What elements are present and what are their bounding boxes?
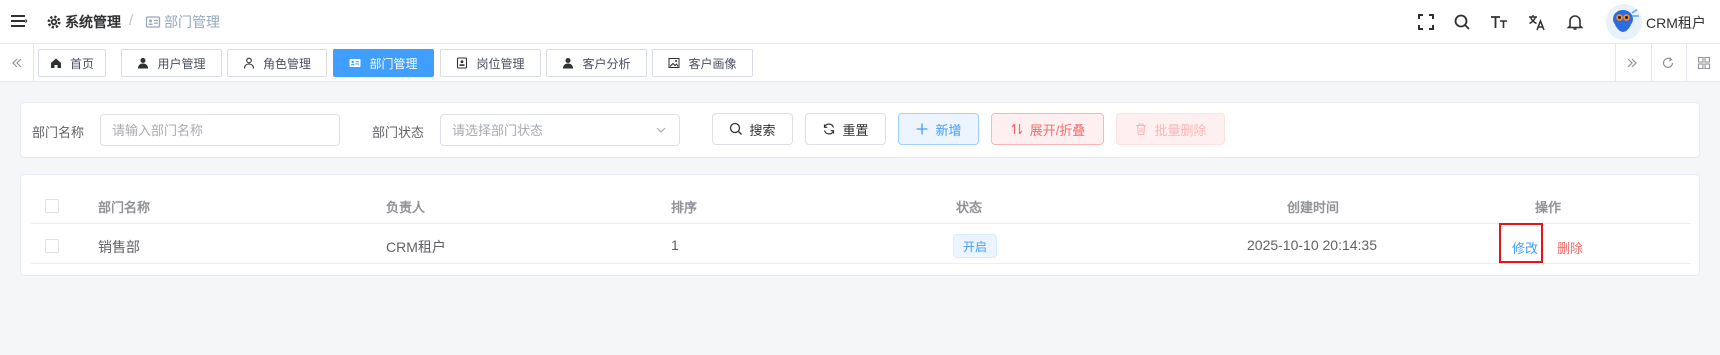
translate-icon[interactable] — [1527, 12, 1547, 32]
column-header: 状态 — [956, 200, 983, 215]
chevron-down-icon — [656, 127, 666, 133]
header-divider — [31, 223, 1691, 224]
tab-customer-portrait[interactable]: 客户画像 — [652, 49, 753, 77]
tab-customer-analysis[interactable]: 客户分析 — [546, 49, 647, 77]
refresh-icon[interactable] — [1651, 44, 1683, 81]
dept-status-select[interactable] — [440, 114, 680, 146]
tab-department-management[interactable]: 部门管理 — [333, 49, 434, 77]
tab-label: 用户管理 — [157, 56, 206, 71]
user-name[interactable]: CRM租户 — [1646, 13, 1706, 33]
column-header: 排序 — [671, 200, 698, 215]
tab-role-management[interactable]: 角色管理 — [227, 49, 327, 77]
reset-button-label: 重置 — [842, 122, 869, 138]
menu-icon[interactable] — [10, 12, 28, 30]
tab-label: 部门管理 — [369, 56, 418, 71]
breadcrumb-current-label: 部门管理 — [164, 14, 220, 30]
add-button[interactable]: 新增 — [898, 113, 979, 145]
tab-home[interactable]: 首页 — [38, 49, 106, 77]
user-outline-icon — [243, 57, 255, 69]
column-header: 操作 — [1535, 200, 1562, 215]
dept-status-label: 部门状态 — [372, 125, 425, 140]
row-checkbox[interactable] — [45, 239, 59, 253]
search-icon — [730, 122, 743, 135]
scroll-right-icon[interactable] — [1615, 44, 1647, 81]
breadcrumb-root-label: 系统管理 — [65, 14, 121, 30]
scroll-left-icon[interactable] — [0, 44, 34, 81]
dept-table: 部门名称 负责人 排序 状态 创建时间 操作 销售部 CRM租户 1 开启 20… — [20, 174, 1700, 276]
tags-view-bar: 首页 用户管理 角色管理 部门管理 岗位管理 客户分析 客户画像 — [0, 44, 1720, 82]
created-time-cell: 2025-10-10 20:14:35 — [1247, 237, 1377, 253]
refresh-icon — [824, 123, 835, 135]
column-header: 负责人 — [386, 200, 426, 215]
dept-name-cell: 销售部 — [98, 239, 140, 255]
search-button[interactable]: 搜索 — [712, 113, 793, 145]
tab-label: 岗位管理 — [476, 56, 525, 71]
trash-icon — [1136, 123, 1147, 136]
tab-label: 客户分析 — [582, 56, 631, 71]
fullscreen-icon[interactable] — [1416, 12, 1436, 32]
font-size-icon[interactable] — [1489, 12, 1509, 32]
gear-icon — [47, 15, 61, 29]
tab-label: 首页 — [69, 56, 94, 71]
user-icon — [138, 58, 149, 69]
breadcrumb-separator: / — [129, 12, 134, 29]
sort-icon — [1011, 123, 1023, 135]
avatar[interactable] — [1606, 4, 1642, 40]
batch-delete-button[interactable]: 批量删除 — [1116, 113, 1225, 145]
tab-label: 角色管理 — [262, 56, 311, 71]
top-header: 系统管理 / 部门管理 CRM租户 — [0, 0, 1720, 44]
dept-name-label: 部门名称 — [32, 125, 85, 140]
plus-icon — [916, 123, 928, 135]
add-button-label: 新增 — [935, 122, 962, 138]
leader-cell: CRM租户 — [386, 239, 446, 255]
tab-grid-icon[interactable] — [1686, 44, 1720, 81]
row-divider — [31, 263, 1691, 264]
highlight-box — [1499, 223, 1543, 263]
expand-collapse-button[interactable]: 展开/折叠 — [991, 113, 1104, 145]
dept-name-field[interactable] — [100, 114, 340, 146]
tab-label: 客户画像 — [688, 56, 737, 71]
picture-icon — [668, 58, 680, 68]
sort-cell: 1 — [671, 237, 679, 253]
breadcrumb-root[interactable]: 系统管理 — [46, 12, 121, 32]
search-icon[interactable] — [1452, 12, 1472, 32]
user-icon — [563, 58, 574, 69]
column-header: 创建时间 — [1287, 200, 1340, 215]
select-all-checkbox[interactable] — [45, 199, 59, 213]
id-card-icon — [145, 16, 161, 28]
bell-icon[interactable] — [1565, 12, 1585, 32]
column-header: 部门名称 — [98, 200, 151, 215]
status-badge: 开启 — [953, 234, 998, 258]
batch-delete-label: 批量删除 — [1154, 122, 1207, 138]
tab-user-management[interactable]: 用户管理 — [121, 49, 222, 77]
breadcrumb-current: 部门管理 — [145, 12, 220, 32]
dept-name-input[interactable] — [101, 115, 339, 145]
id-card-icon — [349, 59, 361, 67]
dept-status-input[interactable] — [441, 115, 679, 145]
search-form: 部门名称 部门状态 搜索 重置 新增 展开/折叠 批量删除 — [20, 102, 1700, 158]
home-icon — [50, 58, 61, 68]
reset-button[interactable]: 重置 — [805, 113, 886, 145]
badge-icon — [457, 57, 468, 69]
search-button-label: 搜索 — [749, 122, 776, 138]
tab-post-management[interactable]: 岗位管理 — [440, 49, 541, 77]
delete-link[interactable]: 删除 — [1557, 238, 1583, 257]
expand-collapse-label: 展开/折叠 — [1029, 122, 1086, 138]
